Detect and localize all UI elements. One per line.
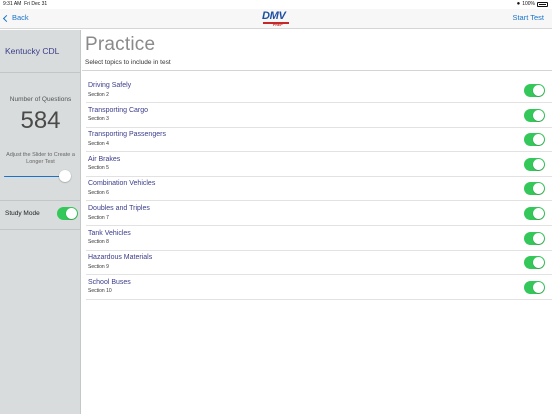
topic-section: Section 5 (88, 165, 109, 172)
topic-section: Section 7 (88, 214, 109, 221)
divider (86, 298, 552, 300)
slider-track (4, 175, 66, 177)
topic-toggle[interactable] (524, 84, 545, 97)
back-button[interactable]: Back (2, 13, 29, 22)
topic-toggle[interactable] (524, 231, 545, 245)
topic-row[interactable]: Hazardous Materials Section 9 (82, 250, 552, 275)
divider (82, 70, 552, 71)
topic-section: Section 9 (88, 263, 109, 270)
topic-section: Section 4 (88, 140, 109, 147)
sidebar: Kentucky CDL Number of Questions 584 Adj… (0, 30, 81, 414)
study-mode-label: Study Mode (5, 210, 40, 217)
status-right: ● 100% (517, 0, 548, 9)
page-subtitle: Select topics to include in test (85, 59, 171, 66)
topic-name: Transporting Cargo (88, 106, 149, 114)
divider (0, 72, 81, 73)
slider-hint: Adjust the Slider to Create a Longer Tes… (6, 152, 75, 165)
divider (0, 229, 81, 230)
topic-toggle[interactable] (524, 108, 545, 122)
question-count: 584 (20, 107, 61, 134)
topic-name: Hazardous Materials (88, 254, 153, 262)
main-panel: Practice Select topics to include in tes… (82, 30, 552, 414)
chevron-left-icon (2, 14, 11, 22)
nav-bar: Back DMV PREP Start Test (0, 9, 552, 29)
study-mode-toggle[interactable] (57, 207, 78, 220)
topic-name: Doubles and Triples (88, 205, 150, 212)
topic-section: Section 6 (88, 189, 109, 196)
topic-toggle[interactable] (524, 280, 545, 294)
topic-row[interactable]: Transporting Cargo Section 3 (82, 103, 552, 128)
topic-name: Transporting Passengers (88, 131, 166, 139)
topic-toggle[interactable] (524, 182, 545, 196)
status-bar: 9:31 AM Fri Dec 31 ● 100% (0, 0, 552, 9)
question-slider[interactable] (4, 170, 76, 182)
divider (0, 200, 81, 201)
questions-label: Number of Questions (9, 96, 72, 103)
topic-row[interactable]: Driving Safely Section 2 (82, 78, 552, 103)
wifi-icon: ● (516, 1, 521, 7)
topic-toggle[interactable] (524, 256, 545, 270)
page-title: Practice (85, 34, 156, 55)
topic-toggle[interactable] (524, 157, 545, 171)
start-test-button[interactable]: Start Test (512, 13, 544, 22)
topic-section: Section 3 (88, 116, 109, 123)
topic-section: Section 8 (88, 239, 109, 246)
topic-toggle[interactable] (524, 133, 545, 147)
topic-name: Driving Safely (88, 82, 132, 89)
topic-row[interactable]: Tank Vehicles Section 8 (82, 226, 552, 251)
topic-section: Section 2 (88, 91, 109, 98)
topic-row[interactable]: Doubles and Triples Section 7 (82, 201, 552, 226)
topic-row[interactable]: School Buses Section 10 (82, 275, 552, 300)
dmv-logo: DMV PREP (262, 10, 290, 28)
topic-row[interactable]: Transporting Passengers Section 4 (82, 127, 552, 152)
back-label: Back (12, 13, 29, 22)
battery-icon (537, 2, 548, 7)
topic-name: Tank Vehicles (88, 229, 131, 237)
status-time: 9:31 AM Fri Dec 31 (3, 1, 48, 7)
topic-name: Air Brakes (88, 155, 121, 163)
slider-thumb[interactable] (59, 170, 72, 182)
topic-name: Combination Vehicles (88, 180, 156, 188)
topic-row[interactable]: Combination Vehicles Section 6 (82, 176, 552, 201)
topic-section: Section 10 (88, 288, 112, 295)
topic-row[interactable]: Air Brakes Section 5 (82, 152, 552, 177)
sidebar-title: Kentucky CDL (5, 46, 60, 56)
topic-name: School Buses (88, 278, 131, 286)
topic-toggle[interactable] (524, 207, 545, 220)
battery-percent: 100% (522, 1, 535, 7)
